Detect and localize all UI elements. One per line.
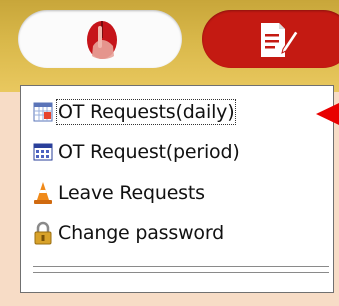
document-edit-icon [261,23,299,57]
menu-item-label: OT Requests(daily) [55,99,237,125]
menu-item-label: OT Request(period) [58,141,240,163]
mouse-hand-icon [87,21,117,59]
page-background [0,298,339,306]
padlock-icon [31,220,55,246]
menu-item-label: Leave Requests [58,182,205,204]
dropdown-menu: OT Requests(daily) OT Request(period) Le… [20,85,334,293]
top-navigation-bar [0,0,339,92]
pointer-arrow-icon [316,103,339,125]
nav-button-document[interactable] [202,10,339,68]
traffic-cone-icon [31,180,55,206]
menu-separator [33,272,329,273]
menu-item-change-password[interactable]: Change password [31,215,326,251]
menu-item-ot-request-period[interactable]: OT Request(period) [31,134,326,170]
menu-separator [33,266,329,267]
calendar-daily-icon [31,99,55,125]
calendar-period-icon [31,139,55,165]
menu-item-leave-requests[interactable]: Leave Requests [31,175,326,211]
menu-item-ot-requests-daily[interactable]: OT Requests(daily) [31,94,326,130]
menu-item-label: Change password [58,222,224,244]
nav-button-mouse[interactable] [18,10,182,68]
